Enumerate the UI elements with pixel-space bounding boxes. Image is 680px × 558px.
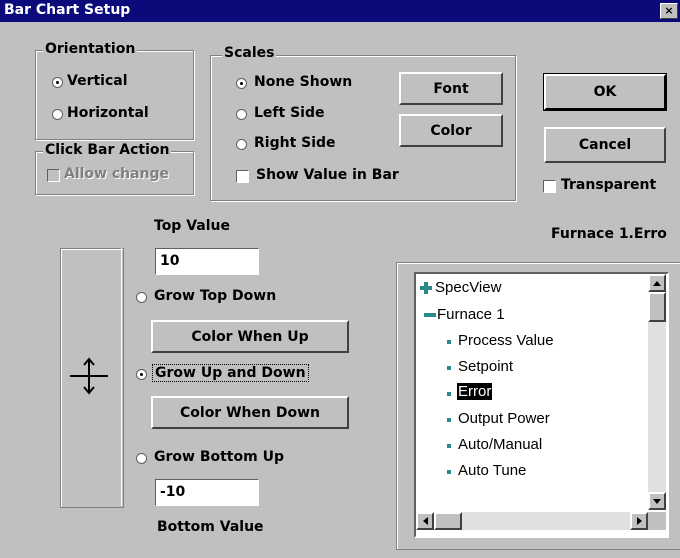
right-side-label[interactable]: Right Side xyxy=(254,135,336,151)
vertical-radio[interactable] xyxy=(52,77,63,88)
scales-legend: Scales xyxy=(222,45,277,61)
plus-icon[interactable] xyxy=(420,282,432,294)
orientation-group xyxy=(35,50,194,140)
tree-item-output-power[interactable]: Output Power xyxy=(458,410,550,427)
color-when-down-button[interactable]: Color When Down xyxy=(151,396,349,429)
show-value-label[interactable]: Show Value in Bar xyxy=(256,167,399,183)
ok-button[interactable]: OK xyxy=(543,73,667,111)
scroll-left-icon[interactable] xyxy=(416,512,434,530)
grow-up-and-down-label[interactable]: Grow Up and Down xyxy=(152,364,309,382)
scroll-right-icon[interactable] xyxy=(630,512,648,530)
bottom-value-input[interactable]: -10 xyxy=(155,479,259,506)
vertical-label[interactable]: Vertical xyxy=(67,73,128,89)
none-shown-label[interactable]: None Shown xyxy=(254,74,352,90)
allow-change-checkbox xyxy=(47,169,60,182)
tree-item-setpoint[interactable]: Setpoint xyxy=(458,358,513,375)
transparent-label[interactable]: Transparent xyxy=(561,177,656,193)
click-bar-action-legend: Click Bar Action xyxy=(43,142,172,158)
tree-item-auto-manual[interactable]: Auto/Manual xyxy=(458,436,542,453)
output-power-bullet-icon xyxy=(447,418,451,422)
setpoint-bullet-icon xyxy=(447,366,451,370)
cancel-button[interactable]: Cancel xyxy=(544,127,666,163)
auto-tune-bullet-icon xyxy=(447,470,451,474)
vertical-scroll-thumb[interactable] xyxy=(648,292,666,322)
top-value-input[interactable]: 10 xyxy=(155,248,259,275)
tree-item-error[interactable]: Error xyxy=(457,383,493,400)
tree-item-auto-tune[interactable]: Auto Tune xyxy=(458,462,526,479)
tree-item-furnace-1[interactable]: Furnace 1 xyxy=(437,306,505,323)
show-value-checkbox[interactable] xyxy=(236,170,249,183)
tree-item-process-value[interactable]: Process Value xyxy=(458,332,554,349)
window-title: Bar Chart Setup xyxy=(4,2,131,18)
process-value-bullet-icon xyxy=(447,340,451,344)
allow-change-label: Allow change xyxy=(64,166,170,182)
grow-bottom-up-radio[interactable] xyxy=(136,453,147,464)
move-arrows-icon[interactable] xyxy=(64,356,114,396)
grow-bottom-up-label[interactable]: Grow Bottom Up xyxy=(154,449,284,465)
close-icon[interactable]: × xyxy=(660,3,678,19)
scrollbar-corner xyxy=(648,512,666,530)
bar-preview-divider xyxy=(121,248,122,506)
horizontal-radio[interactable] xyxy=(52,109,63,120)
grow-top-down-label[interactable]: Grow Top Down xyxy=(154,288,276,304)
color-when-up-button[interactable]: Color When Up xyxy=(151,320,349,353)
scroll-down-icon[interactable] xyxy=(648,492,666,510)
color-button[interactable]: Color xyxy=(399,114,503,147)
tree-item-specview[interactable]: SpecView xyxy=(435,279,501,296)
grow-top-down-radio[interactable] xyxy=(136,292,147,303)
bar-label: Furnace 1.Erro xyxy=(551,226,667,242)
grow-up-and-down-radio[interactable] xyxy=(136,369,147,380)
bottom-value-label: Bottom Value xyxy=(157,519,264,535)
left-side-radio[interactable] xyxy=(236,109,247,120)
horizontal-label[interactable]: Horizontal xyxy=(67,105,149,121)
minus-icon[interactable] xyxy=(424,313,436,317)
auto-manual-bullet-icon xyxy=(447,444,451,448)
none-shown-radio[interactable] xyxy=(236,78,247,89)
right-side-radio[interactable] xyxy=(236,139,247,150)
orientation-legend: Orientation xyxy=(43,41,138,57)
horizontal-scroll-thumb[interactable] xyxy=(434,512,462,530)
top-value-label: Top Value xyxy=(154,218,230,234)
left-side-label[interactable]: Left Side xyxy=(254,105,324,121)
transparent-checkbox[interactable] xyxy=(543,180,556,193)
scroll-up-icon[interactable] xyxy=(648,274,666,292)
error-bullet-icon xyxy=(447,392,451,396)
font-button[interactable]: Font xyxy=(399,72,503,105)
